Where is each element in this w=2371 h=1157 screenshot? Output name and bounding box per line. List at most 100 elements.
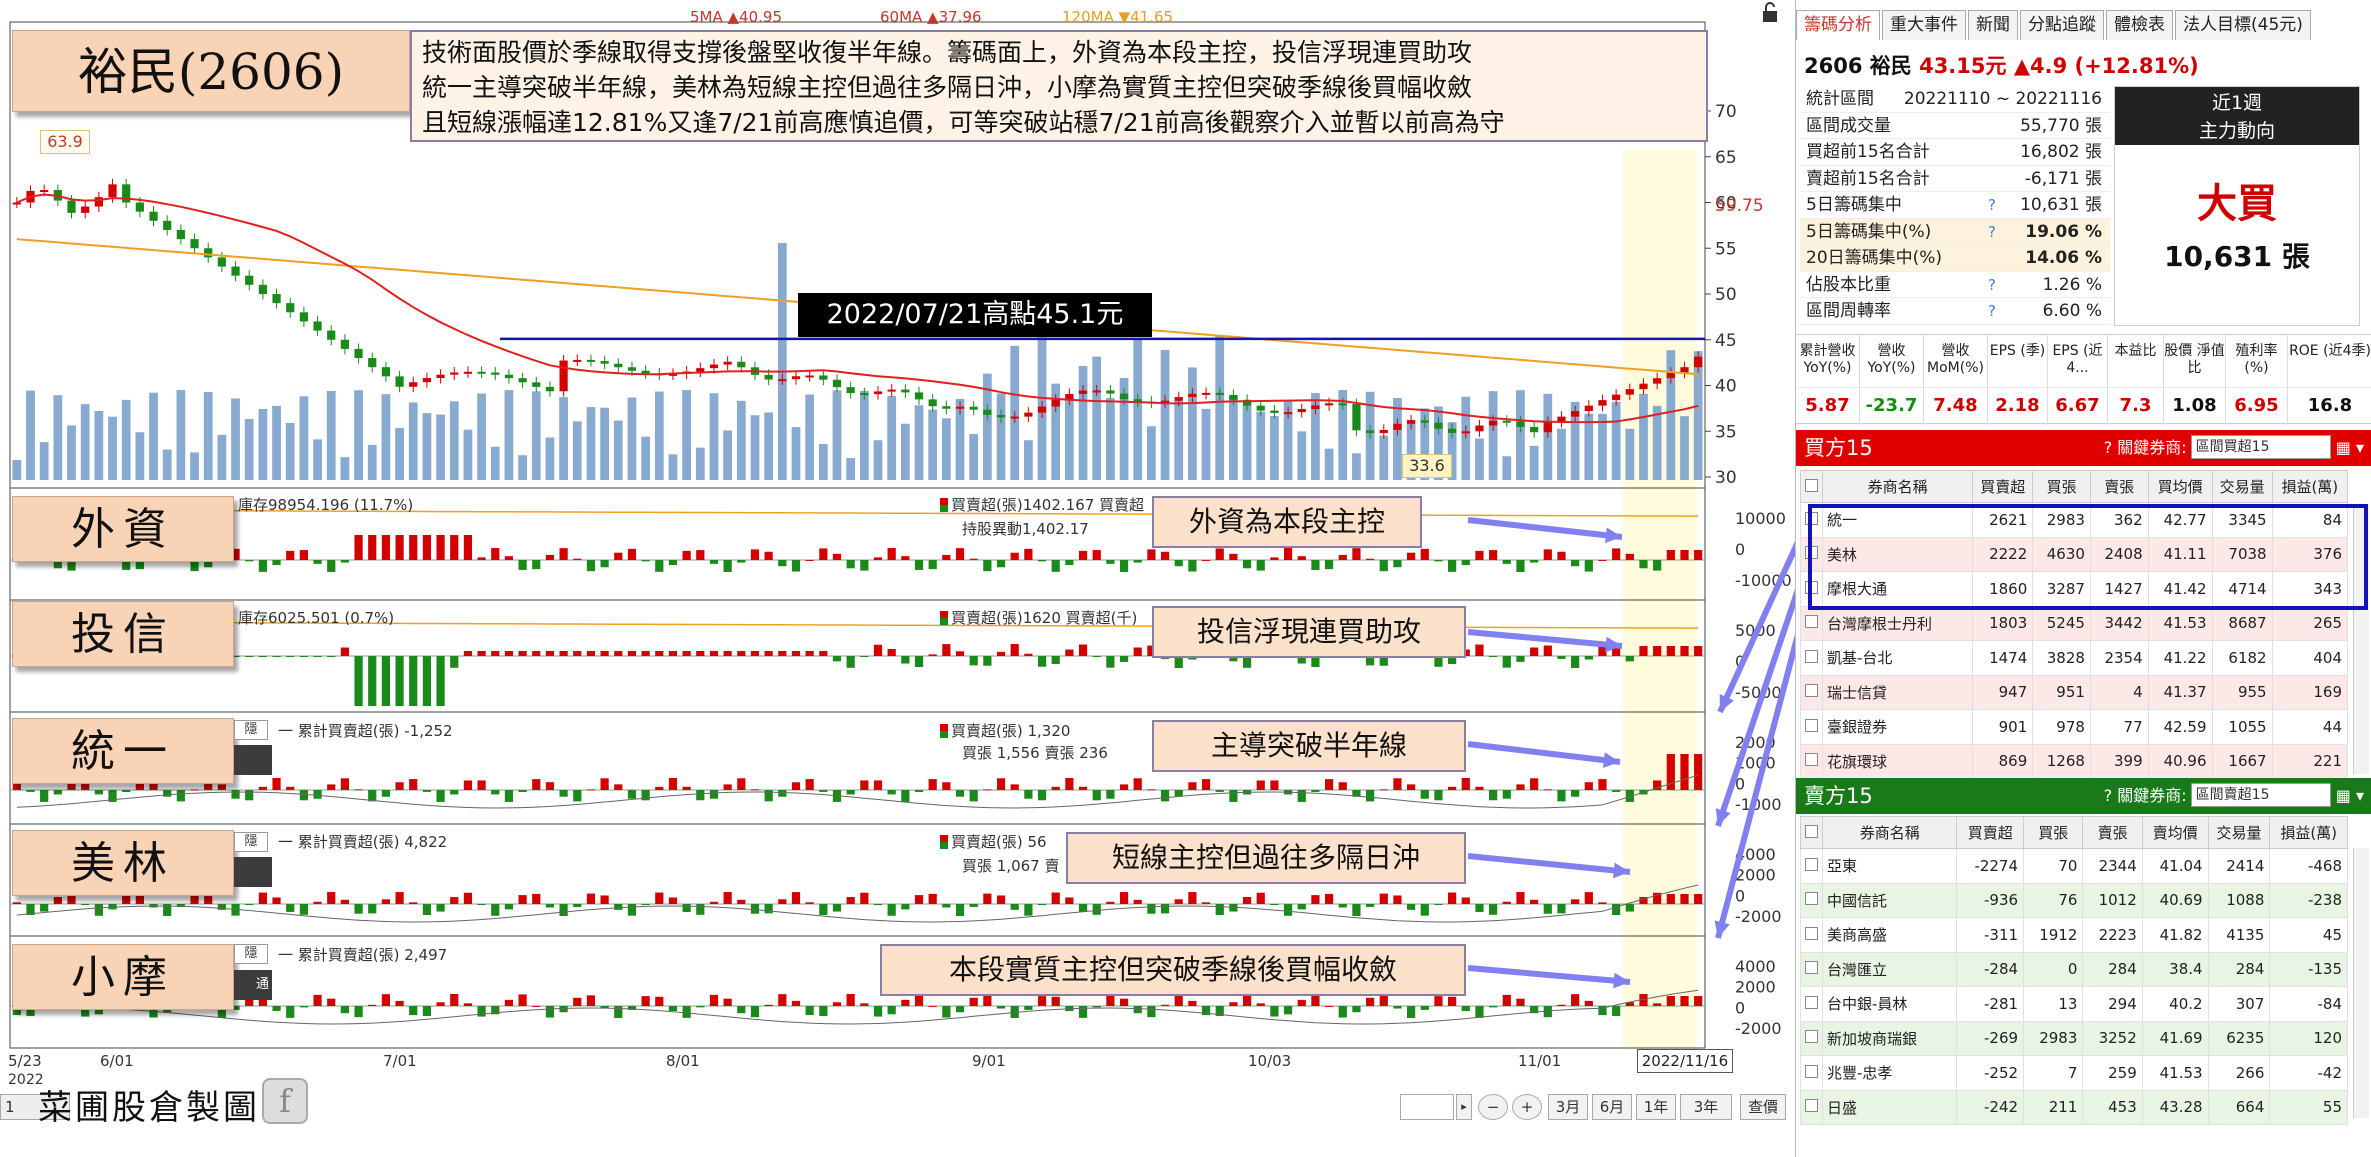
tab-news[interactable]: 新聞 — [1968, 10, 2018, 40]
row-checkbox[interactable] — [1800, 640, 1823, 676]
buy-filter-select[interactable]: 區間買超15 — [2190, 435, 2331, 459]
range-1y-button[interactable]: 1年 — [1636, 1094, 1676, 1120]
col-header[interactable]: 券商名稱 — [1821, 470, 1974, 503]
flow-bar — [819, 904, 828, 916]
row-checkbox[interactable] — [1800, 951, 1823, 987]
table-row[interactable]: 台灣摩根士丹利 1803 5245 3442 41.53 8687 265 — [1800, 605, 2349, 641]
tab-branch-tracking[interactable]: 分點追蹤 — [2020, 10, 2104, 40]
zoom-out-icon[interactable]: − — [1478, 1094, 1508, 1120]
table-row[interactable]: 台灣匯立 -284 0 284 38.4 284 -135 — [1800, 951, 2348, 987]
col-header[interactable]: 買均價 — [2147, 470, 2213, 503]
range-3m-button[interactable]: 3月 — [1548, 1094, 1588, 1120]
col-header[interactable]: 賣張 — [2082, 816, 2143, 849]
broker-name-cell[interactable]: 美商高盛 — [1821, 917, 1958, 953]
flow-bar — [805, 1006, 814, 1016]
scroll-right-icon[interactable]: ▸ — [1456, 1094, 1472, 1120]
broker-name-cell[interactable]: 亞東 — [1821, 848, 1958, 884]
sell-filter-select[interactable]: 區間賣超15 — [2190, 783, 2331, 807]
table-row[interactable]: 凱基-台北 1474 3828 2354 41.22 6182 404 — [1800, 640, 2349, 676]
row-checkbox[interactable] — [1800, 1055, 1823, 1091]
range-6m-button[interactable]: 6月 — [1592, 1094, 1632, 1120]
select-all-checkbox[interactable] — [1800, 816, 1823, 849]
row-checkbox[interactable] — [1800, 1089, 1823, 1125]
hide-button[interactable]: 隱 — [234, 944, 268, 964]
broker-name-cell[interactable]: 凱基-台北 — [1821, 640, 1974, 676]
col-header[interactable]: 交易量 — [2207, 816, 2271, 849]
facebook-icon[interactable]: f — [262, 1078, 308, 1124]
col-header[interactable]: 賣張 — [2089, 470, 2149, 503]
broker-name-cell[interactable]: 兆豐-忠孝 — [1821, 1055, 1958, 1091]
row-checkbox[interactable] — [1800, 743, 1823, 779]
broker-name-cell[interactable]: 臺銀證券 — [1821, 709, 1974, 745]
flow-bar — [668, 897, 678, 904]
hide-button[interactable]: 隱 — [234, 832, 268, 852]
tab-target-price[interactable]: 法人目標(45元) — [2175, 10, 2311, 40]
volume-bar — [1242, 403, 1252, 480]
help-icon[interactable]: ? — [1980, 192, 2004, 218]
broker-name-cell[interactable]: 台灣摩根士丹利 — [1821, 605, 1974, 641]
tab-events[interactable]: 重大事件 — [1882, 10, 1966, 40]
table-row[interactable]: 花旗環球 869 1268 399 40.96 1667 221 — [1800, 743, 2349, 779]
broker-name-cell[interactable]: 瑞士信貸 — [1821, 674, 1974, 710]
volume-bar — [477, 393, 486, 480]
hide-button[interactable]: 隱 — [234, 720, 268, 740]
zoom-in-icon[interactable]: + — [1512, 1094, 1542, 1120]
row-checkbox[interactable] — [1800, 986, 1823, 1022]
help-icon[interactable]: ? — [1980, 219, 2004, 245]
flow-bar — [573, 904, 582, 907]
buy-side-header: 買方15 ? 關鍵券商: 區間買超15 ▦ ▾ — [1796, 430, 2371, 466]
broker-name-cell[interactable]: 中國信託 — [1821, 882, 1958, 918]
flow-bar — [696, 651, 705, 656]
lock-icon[interactable] — [1760, 2, 1780, 24]
volume-bar — [1106, 398, 1115, 480]
col-header[interactable]: 損益(萬) — [2271, 470, 2349, 503]
broker-name-cell[interactable]: 台中銀-員林 — [1821, 986, 1958, 1022]
broker-name-cell[interactable]: 花旗環球 — [1821, 743, 1974, 779]
flow-bar — [1188, 560, 1197, 572]
flow-bar — [545, 904, 555, 908]
table-row[interactable]: 臺銀證券 901 978 77 42.59 1055 44 — [1800, 709, 2349, 745]
broker-name-cell[interactable]: 日盛 — [1821, 1089, 1958, 1125]
trend-period[interactable]: 近1週 — [2115, 89, 2359, 117]
table-row[interactable]: 亞東 -2274 70 2344 41.04 2414 -468 — [1800, 848, 2348, 884]
tab-checkup[interactable]: 體檢表 — [2106, 10, 2173, 40]
row-checkbox[interactable] — [1800, 848, 1823, 884]
tab-chip-analysis[interactable]: 籌碼分析 — [1796, 10, 1880, 40]
candle-body — [586, 359, 596, 362]
row-checkbox[interactable] — [1800, 1020, 1823, 1056]
help-icon[interactable]: ? — [1980, 272, 2004, 298]
row-checkbox[interactable] — [1800, 917, 1823, 953]
broker-name-cell[interactable]: 台灣匯立 — [1821, 951, 1958, 987]
indicator-tick-label: 10000 — [1735, 509, 1786, 528]
select-all-checkbox[interactable] — [1800, 470, 1823, 503]
grid-icon[interactable]: ▦ ▾ — [2336, 786, 2364, 805]
row-checkbox[interactable] — [1800, 709, 1823, 745]
col-header[interactable]: 交易量 — [2211, 470, 2273, 503]
col-header[interactable]: 損益(萬) — [2269, 816, 2348, 849]
flow-bar — [955, 1006, 965, 1013]
query-button[interactable]: 查價 — [1740, 1094, 1786, 1120]
table-row[interactable]: 台中銀-員林 -281 13 294 40.2 307 -84 — [1800, 986, 2348, 1022]
col-header[interactable]: 賣均價 — [2141, 816, 2209, 849]
col-header[interactable]: 買張 — [2032, 470, 2091, 503]
table-row[interactable]: 兆豐-忠孝 -252 7 259 41.53 266 -42 — [1800, 1055, 2348, 1091]
flow-bar — [272, 560, 281, 566]
table-row[interactable]: 日盛 -242 211 453 43.28 664 55 — [1800, 1089, 2348, 1125]
col-header[interactable]: 買張 — [2023, 816, 2084, 849]
table-row[interactable]: 新加坡商瑞銀 -269 2983 3252 41.69 6235 120 — [1800, 1020, 2348, 1056]
range-3y-button[interactable]: 3年 — [1680, 1094, 1732, 1120]
sell-scrollbar[interactable] — [2353, 848, 2369, 1118]
col-header[interactable]: 買賣超 — [1972, 470, 2034, 503]
row-checkbox[interactable] — [1800, 605, 1823, 641]
row-checkbox[interactable] — [1800, 882, 1823, 918]
broker-name-cell[interactable]: 新加坡商瑞銀 — [1821, 1020, 1958, 1056]
table-row[interactable]: 美商高盛 -311 1912 2223 41.82 4135 45 — [1800, 917, 2348, 953]
help-icon[interactable]: ? — [1980, 298, 2004, 324]
table-row[interactable]: 瑞士信貸 947 951 4 41.37 955 169 — [1800, 674, 2349, 710]
col-header[interactable]: 券商名稱 — [1821, 816, 1958, 849]
zoom-field[interactable] — [1400, 1094, 1454, 1120]
grid-icon[interactable]: ▦ ▾ — [2336, 438, 2364, 457]
col-header[interactable]: 買賣超 — [1956, 816, 2025, 849]
table-row[interactable]: 中國信託 -936 76 1012 40.69 1088 -238 — [1800, 882, 2348, 918]
row-checkbox[interactable] — [1800, 674, 1823, 710]
